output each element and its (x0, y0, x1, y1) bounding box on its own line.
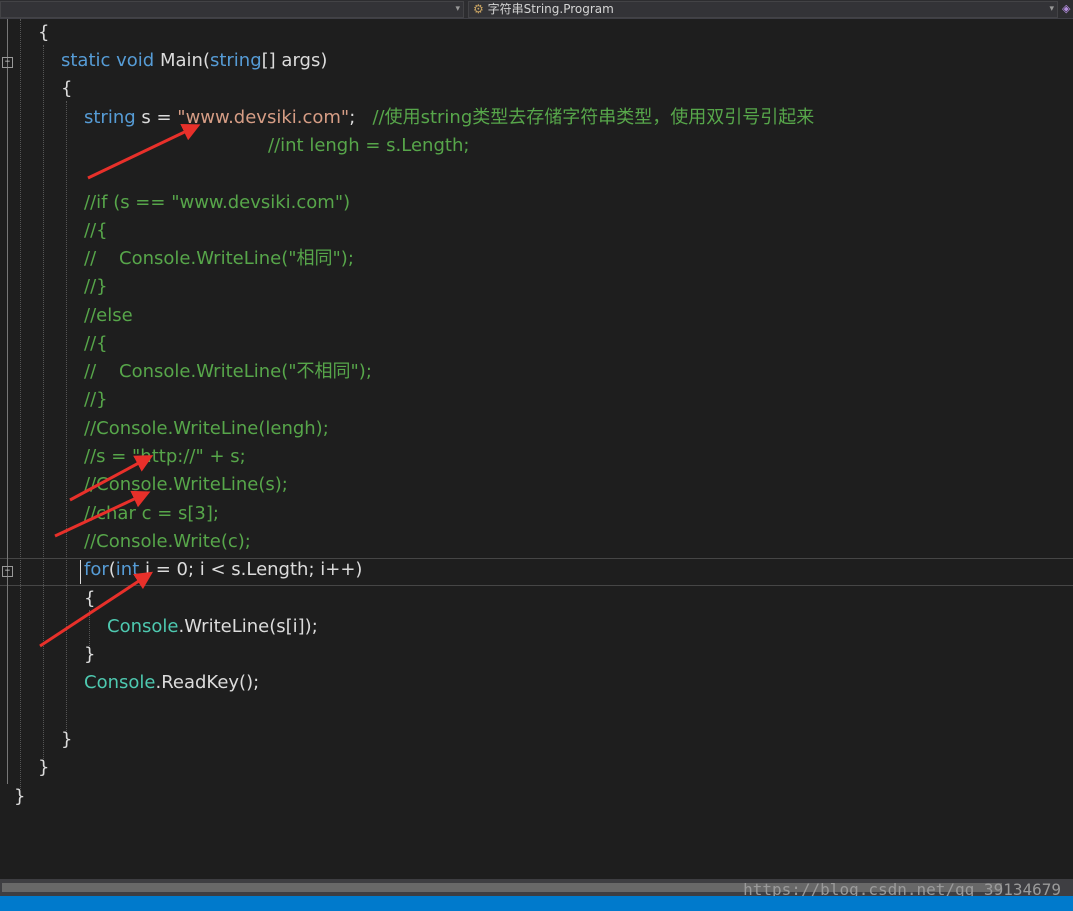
code-line: } (84, 644, 96, 665)
code-line: // Console.WriteLine("不相同"); (84, 361, 372, 382)
code-line: Console.ReadKey(); (84, 672, 260, 693)
indent-guide (66, 101, 67, 731)
code-line: static void Main(string[] args) (61, 50, 328, 71)
code-line: for(int i = 0; i < s.Length; i++) (84, 559, 363, 580)
project-dropdown[interactable]: ▾ (0, 1, 464, 18)
code-line: // Console.WriteLine("相同"); (84, 248, 354, 269)
code-line: } (38, 757, 50, 778)
code-line: //} (84, 276, 108, 297)
code-line: { (38, 22, 50, 43)
class-icon: ⚙ (473, 2, 484, 16)
chevron-down-icon: ▾ (1049, 4, 1054, 14)
code-line: { (84, 588, 96, 609)
code-line: //Console.WriteLine(lengh); (84, 418, 329, 439)
code-line: //Console.Write(c); (84, 531, 251, 552)
outline-bar (7, 19, 8, 784)
code-line: //s = "http://" + s; (84, 446, 246, 467)
chevron-down-icon: ▾ (455, 4, 460, 14)
code-line: //} (84, 389, 108, 410)
indent-guide (20, 19, 21, 789)
indent-guide (43, 45, 44, 763)
collapse-for-icon[interactable]: − (2, 566, 13, 577)
status-bar (0, 896, 1073, 911)
code-line: //else (84, 305, 133, 326)
collapse-method-icon[interactable]: − (2, 57, 13, 68)
code-editor[interactable]: − − { static void Main(string[] args) { … (0, 19, 1073, 879)
code-line: } (14, 786, 26, 807)
code-line: //if (s == "www.devsiki.com") (84, 192, 351, 213)
code-line: //{ (84, 333, 108, 354)
code-line: Console.WriteLine(s[i]); (107, 616, 318, 637)
code-line: //int lengh = s.Length; (268, 135, 470, 156)
text-caret (80, 560, 81, 584)
type-dropdown[interactable]: ⚙ 字符串String.Program ▾ (468, 1, 1058, 18)
code-line: //char c = s[3]; (84, 503, 219, 524)
code-line: //{ (84, 220, 108, 241)
code-line: string s = "www.devsiki.com"; //使用string… (84, 107, 815, 128)
navigation-bar: ▾ ⚙ 字符串String.Program ▾ ◈ (0, 0, 1073, 19)
code-line: { (61, 78, 73, 99)
code-line: } (61, 729, 73, 750)
member-icon: ◈ (1062, 2, 1071, 15)
code-line: //Console.WriteLine(s); (84, 474, 288, 495)
